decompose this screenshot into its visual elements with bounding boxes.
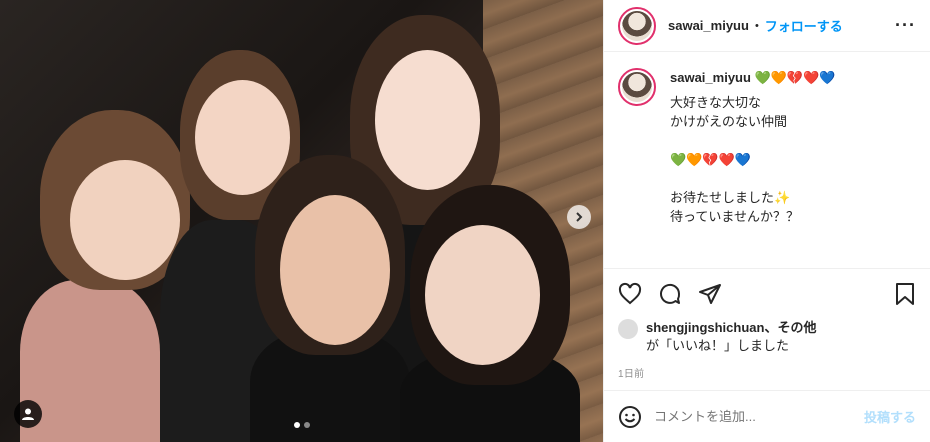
like-button[interactable]	[618, 282, 642, 306]
likes-summary: shengjingshichuan、その他 が「いいね！」しました	[604, 319, 930, 355]
emoji-button[interactable]	[618, 405, 642, 429]
person-face-2	[195, 80, 290, 195]
bookmark-icon	[896, 283, 914, 305]
likes-others-link[interactable]: 、その他	[764, 320, 816, 335]
caption-emoji: 💚🧡💔❤️💙	[754, 70, 836, 85]
share-button[interactable]	[698, 282, 722, 306]
person-face-4	[375, 50, 480, 190]
carousel-dot-1	[293, 422, 300, 428]
follow-button[interactable]: フォローする	[765, 16, 843, 35]
smiley-icon	[619, 405, 641, 428]
caption-line: 大好きな大切な	[670, 95, 762, 110]
comment-bar: 投稿する	[604, 390, 930, 442]
post-timestamp[interactable]: 1日前	[604, 355, 930, 390]
post-photo[interactable]	[0, 0, 603, 442]
chevron-right-icon	[576, 212, 583, 222]
caption-avatar[interactable]	[618, 68, 656, 106]
person-face-1	[70, 160, 180, 280]
liker-avatar[interactable]	[618, 319, 638, 339]
liker-username[interactable]: shengjingshichuan	[646, 320, 764, 335]
likes-suffix: が「いいね！」しました	[646, 338, 790, 353]
person-tag-icon	[22, 408, 34, 420]
caption-line	[670, 131, 836, 150]
comment-button[interactable]	[658, 282, 682, 306]
author-avatar[interactable]	[618, 6, 656, 45]
post-header: sawai_miyuu • フォローする ···	[604, 0, 930, 52]
author-username[interactable]: sawai_miyuu	[668, 18, 749, 33]
carousel-next-button[interactable]	[567, 205, 591, 229]
caption-username[interactable]: sawai_miyuu	[670, 70, 751, 85]
caption-line: かけがえのない仲間	[670, 114, 788, 129]
caption-line: 待っていませんか？？	[670, 209, 799, 224]
post-actions	[604, 269, 930, 319]
person-face-3	[280, 195, 390, 345]
caption-line	[670, 169, 836, 188]
post-caption: sawai_miyuu 💚🧡💔❤️💙 大好きな大切な かけがえのない仲間 💚🧡💔…	[604, 52, 930, 269]
post-comment-button[interactable]: 投稿する	[864, 407, 916, 426]
header-separator: •	[754, 19, 759, 32]
post-side-panel: sawai_miyuu • フォローする ··· sawai_miyuu 💚🧡💔…	[603, 0, 930, 442]
save-button[interactable]	[894, 282, 916, 306]
more-options-button[interactable]: ···	[895, 15, 916, 36]
caption-line: お待たせしました✨	[670, 190, 791, 205]
person-face-5	[425, 225, 540, 365]
caption-line: 💚🧡💔❤️💙	[670, 152, 751, 167]
carousel-dot-2	[303, 422, 310, 428]
person-tag-button[interactable]	[14, 400, 42, 428]
comment-input[interactable]	[654, 409, 864, 424]
comment-icon	[660, 283, 681, 304]
heart-icon	[618, 282, 642, 305]
caption-body: 大好きな大切な かけがえのない仲間 💚🧡💔❤️💙 お待たせしました✨ 待っていま…	[670, 93, 836, 226]
carousel-indicator	[293, 422, 310, 428]
share-icon	[699, 284, 721, 304]
